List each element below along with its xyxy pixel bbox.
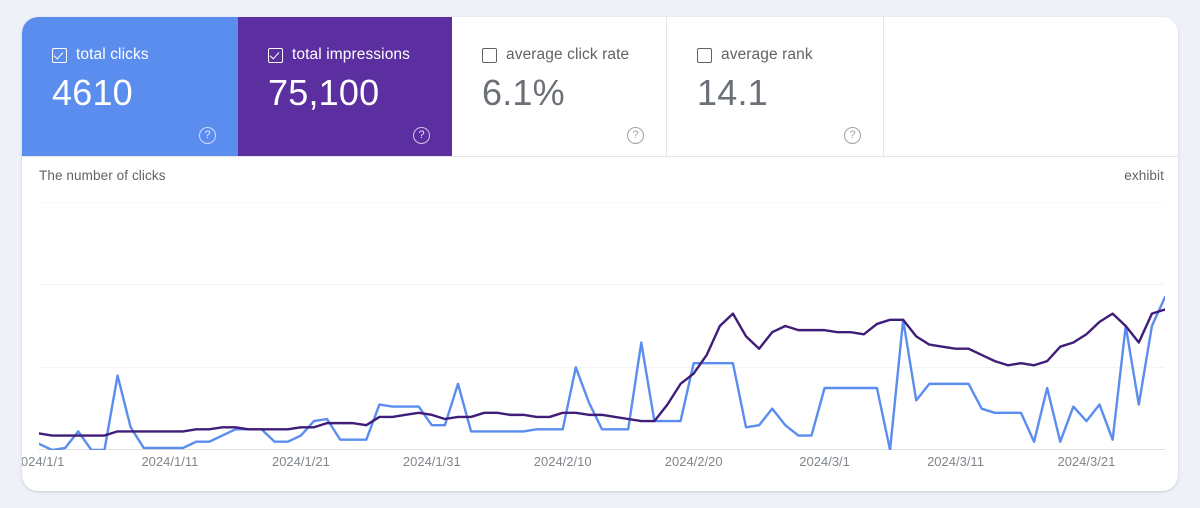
metric-card-header: average rank (697, 45, 883, 65)
chart-title: The number of clicks (39, 168, 166, 183)
analytics-panel: total clicks 4610 ? total impressions 75… (22, 17, 1178, 491)
checkbox-average-rank[interactable] (697, 47, 712, 63)
metric-card-total-impressions[interactable]: total impressions 75,100 ? (238, 17, 452, 156)
metric-cards-row: total clicks 4610 ? total impressions 75… (22, 17, 1178, 156)
chart-series-line (39, 297, 1165, 450)
x-axis-tick-label: 2024/1/31 (402, 454, 461, 469)
x-axis-tick-label: 2024/1/1 (22, 454, 65, 469)
metric-card-header: total clicks (52, 45, 238, 65)
help-icon-average-rank[interactable]: ? (844, 127, 861, 144)
help-icon-average-click-rate[interactable]: ? (627, 127, 644, 144)
chart-exhibit-label[interactable]: exhibit (1124, 168, 1164, 183)
metric-label-total-impressions: total impressions (292, 46, 410, 63)
metric-cards-filler (884, 17, 1178, 156)
help-icon-total-clicks[interactable]: ? (199, 127, 216, 144)
chart-x-axis: 2024/1/1 2024/1/11 2024/1/21 2024/1/31 2024/… (22, 454, 1165, 480)
x-axis-tick-label: 2024/3/21 (1057, 454, 1116, 469)
chart-plot-area[interactable] (39, 201, 1165, 450)
metric-value-total-impressions: 75,100 (268, 72, 380, 113)
checkbox-average-click-rate[interactable] (482, 47, 497, 63)
x-axis-tick-label: 2024/3/1 (799, 454, 850, 469)
metric-card-header: total impressions (268, 45, 452, 65)
metric-label-average-rank: average rank (721, 46, 813, 63)
x-axis-tick-label: 2024/1/21 (271, 454, 330, 469)
metric-card-average-rank[interactable]: average rank 14.1 ? (667, 17, 884, 156)
metric-value-average-rank: 14.1 (697, 72, 768, 113)
x-axis-tick-label: 2024/2/20 (664, 454, 723, 469)
checkbox-total-clicks[interactable] (52, 47, 67, 63)
line-chart-svg (39, 201, 1165, 450)
x-axis-tick-label: 2024/3/11 (927, 454, 984, 469)
chart-series-line (39, 309, 1165, 435)
x-axis-tick-label: 2024/1/11 (141, 454, 199, 469)
metric-card-header: average click rate (482, 45, 666, 65)
metric-card-average-click-rate[interactable]: average click rate 6.1% ? (452, 17, 667, 156)
metric-value-total-clicks: 4610 (52, 72, 133, 113)
metric-label-total-clicks: total clicks (76, 46, 149, 63)
chart-header: The number of clicks exhibit (22, 157, 1178, 197)
metric-label-average-click-rate: average click rate (506, 46, 630, 63)
checkbox-total-impressions[interactable] (268, 47, 283, 63)
x-axis-tick-label: 2024/2/10 (533, 454, 592, 469)
metric-card-total-clicks[interactable]: total clicks 4610 ? (22, 17, 238, 156)
metric-value-average-click-rate: 6.1% (482, 72, 565, 113)
help-icon-total-impressions[interactable]: ? (413, 127, 430, 144)
